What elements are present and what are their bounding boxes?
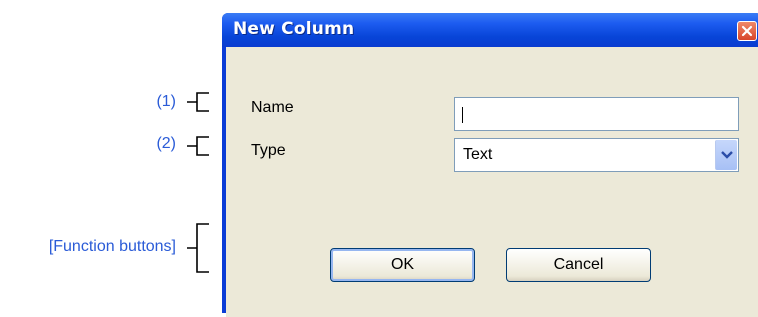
close-icon bbox=[741, 25, 753, 37]
cancel-button[interactable]: Cancel bbox=[506, 248, 651, 282]
title-bar: New Column bbox=[222, 13, 758, 47]
dialog-title: New Column bbox=[233, 19, 355, 39]
chevron-down-icon bbox=[721, 151, 733, 159]
type-label: Type bbox=[251, 142, 286, 159]
name-label: Name bbox=[251, 99, 294, 116]
bracket-1 bbox=[187, 92, 209, 112]
ok-button[interactable]: OK bbox=[330, 248, 475, 282]
text-caret bbox=[462, 107, 463, 123]
type-select-value: Text bbox=[463, 146, 493, 163]
bracket-2 bbox=[187, 136, 209, 156]
close-button[interactable] bbox=[737, 21, 757, 41]
annotation-2: (2) bbox=[156, 135, 176, 152]
annotation-function-buttons: [Function buttons] bbox=[48, 238, 176, 255]
type-dropdown-button[interactable] bbox=[715, 140, 737, 170]
type-select[interactable]: Text bbox=[454, 138, 739, 172]
new-column-dialog: New Column Name Type Text OK Cancel bbox=[222, 13, 758, 317]
name-input[interactable] bbox=[454, 97, 739, 131]
bracket-function-buttons bbox=[187, 223, 209, 273]
annotation-1: (1) bbox=[156, 93, 176, 110]
dialog-client-area: Name Type Text OK Cancel bbox=[226, 47, 758, 317]
